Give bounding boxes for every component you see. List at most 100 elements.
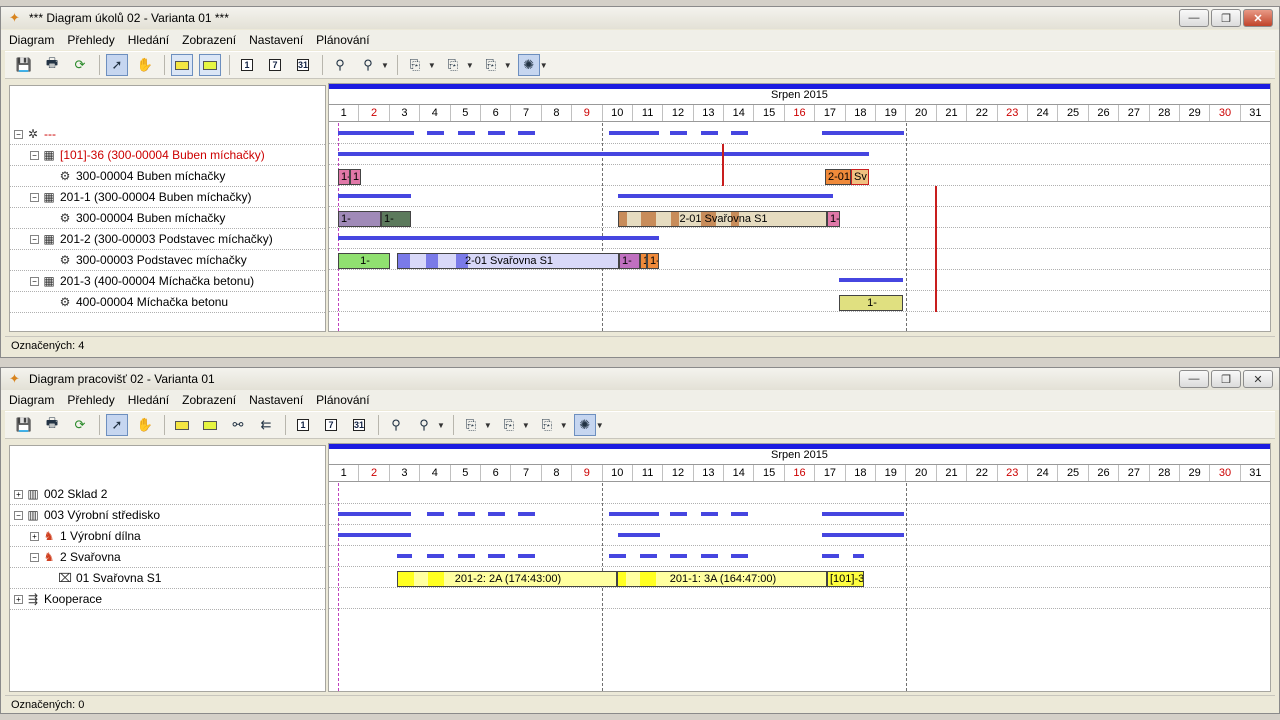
- task-bar[interactable]: 1: [640, 253, 647, 269]
- menu-prehledy[interactable]: Přehledy: [67, 33, 114, 47]
- collapse-icon[interactable]: −: [14, 129, 23, 139]
- paste-icon[interactable]: ⎘: [498, 414, 520, 436]
- summary-bar[interactable]: [701, 131, 718, 135]
- move-icon[interactable]: ⎘: [536, 414, 558, 436]
- chevron-down-icon[interactable]: ▼: [540, 61, 548, 70]
- bars-view2-icon[interactable]: [199, 414, 221, 436]
- summary-bar[interactable]: [488, 512, 505, 516]
- summary-bar[interactable]: [731, 554, 748, 558]
- menu-zobrazeni[interactable]: Zobrazení: [182, 393, 236, 407]
- link-icon[interactable]: ⚯: [227, 414, 249, 436]
- tree-row[interactable]: − ▦ 201-2 (300-00003 Podstavec míchačky): [10, 229, 325, 250]
- tree-row[interactable]: ⚙ 300-00003 Podstavec míchačky: [10, 250, 325, 271]
- summary-bar[interactable]: [338, 533, 411, 537]
- refresh-icon[interactable]: ⟳: [69, 54, 91, 76]
- menu-nastaveni[interactable]: Nastavení: [249, 393, 303, 407]
- summary-bar[interactable]: [839, 278, 903, 282]
- summary-bar[interactable]: [640, 554, 657, 558]
- summary-bar[interactable]: [488, 554, 505, 558]
- chevron-down-icon[interactable]: ▼: [522, 421, 530, 430]
- summary-bar[interactable]: [853, 554, 864, 558]
- tree-row[interactable]: − ▥ 003 Výrobní středisko: [10, 505, 325, 526]
- task-bar[interactable]: 2-01 Svařovna S1: [397, 253, 619, 269]
- close-button[interactable]: ✕: [1243, 370, 1273, 388]
- task-bar[interactable]: 1-: [827, 211, 840, 227]
- summary-bar[interactable]: [488, 131, 505, 135]
- summary-bar[interactable]: [338, 131, 414, 135]
- chevron-down-icon[interactable]: ▼: [484, 421, 492, 430]
- summary-bar[interactable]: [458, 512, 475, 516]
- task-bar[interactable]: 1: [350, 169, 361, 185]
- chevron-down-icon[interactable]: ▼: [381, 61, 389, 70]
- pointer-icon[interactable]: ➚: [106, 414, 128, 436]
- month-scale-icon[interactable]: 31: [348, 414, 370, 436]
- expand-icon[interactable]: +: [14, 594, 23, 604]
- find-next-icon[interactable]: ⚲: [357, 54, 379, 76]
- menu-zobrazeni[interactable]: Zobrazení: [182, 33, 236, 47]
- binoculars-icon[interactable]: ⚲: [329, 54, 351, 76]
- summary-bar[interactable]: [670, 554, 687, 558]
- month-scale-icon[interactable]: 31: [292, 54, 314, 76]
- tree-row[interactable]: ⚙ 400-00004 Míchačka betonu: [10, 292, 325, 313]
- tree-row[interactable]: − ▦ [101]-36 (300-00004 Buben míchačky): [10, 145, 325, 166]
- task-bar[interactable]: 1-: [338, 253, 390, 269]
- tree-row[interactable]: + ♞ 1 Výrobní dílna: [10, 526, 325, 547]
- pointer-icon[interactable]: ➚: [106, 54, 128, 76]
- summary-bar[interactable]: [458, 131, 475, 135]
- workplace-bar[interactable]: 201-2: 2A (174:43:00): [397, 571, 617, 587]
- menu-hledani[interactable]: Hledání: [128, 393, 169, 407]
- summary-bar[interactable]: [822, 131, 904, 135]
- summary-bar[interactable]: [731, 512, 748, 516]
- summary-bar[interactable]: [338, 512, 411, 516]
- chevron-down-icon[interactable]: ▼: [466, 61, 474, 70]
- menu-planovani[interactable]: Plánování: [316, 393, 369, 407]
- copy-icon[interactable]: ⎘: [404, 54, 426, 76]
- bars-view2-icon[interactable]: [199, 54, 221, 76]
- planning-icon[interactable]: ✺: [517, 54, 540, 76]
- collapse-icon[interactable]: −: [30, 192, 39, 202]
- maximize-button[interactable]: ❐: [1211, 9, 1241, 27]
- binoculars-icon[interactable]: ⚲: [385, 414, 407, 436]
- tree-row[interactable]: ⌧ 01 Svařovna S1: [10, 568, 325, 589]
- collapse-icon[interactable]: −: [30, 552, 39, 562]
- bars-view-icon[interactable]: [171, 54, 193, 76]
- expand-icon[interactable]: +: [30, 531, 39, 541]
- summary-bar[interactable]: [427, 554, 444, 558]
- summary-bar[interactable]: [397, 554, 412, 558]
- task-bar[interactable]: 2-01 Svařovna S1: [618, 211, 827, 227]
- summary-bar[interactable]: [518, 512, 535, 516]
- tree-row[interactable]: − ✲ ---: [10, 124, 325, 145]
- tree-row[interactable]: − ▦ 201-1 (300-00004 Buben míchačky): [10, 187, 325, 208]
- task-bar[interactable]: Sv: [851, 169, 869, 185]
- copy-icon[interactable]: ⎘: [460, 414, 482, 436]
- align-icon[interactable]: ⇇: [255, 414, 277, 436]
- print-icon[interactable]: 🖶: [41, 54, 63, 76]
- task-bar[interactable]: 1-: [338, 211, 381, 227]
- summary-bar[interactable]: [822, 533, 904, 537]
- summary-bar[interactable]: [822, 512, 904, 516]
- planning-icon[interactable]: ✺: [573, 414, 596, 436]
- task-bar[interactable]: 1-: [338, 169, 350, 185]
- minimize-button[interactable]: —: [1179, 370, 1209, 388]
- tree-row[interactable]: ⚙ 300-00004 Buben míchačky: [10, 208, 325, 229]
- workplace-bar[interactable]: [101]-3: [827, 571, 864, 587]
- collapse-icon[interactable]: −: [30, 276, 39, 286]
- summary-bar[interactable]: [609, 131, 659, 135]
- hand-icon[interactable]: ✋: [134, 414, 156, 436]
- summary-bar[interactable]: [338, 236, 659, 240]
- close-button[interactable]: ✕: [1243, 9, 1273, 27]
- menu-nastaveni[interactable]: Nastavení: [249, 33, 303, 47]
- task-bar[interactable]: 1-: [647, 253, 659, 269]
- chevron-down-icon[interactable]: ▼: [560, 421, 568, 430]
- summary-bar[interactable]: [670, 512, 687, 516]
- chevron-down-icon[interactable]: ▼: [428, 61, 436, 70]
- week-scale-icon[interactable]: 7: [264, 54, 286, 76]
- tree-row[interactable]: − ▦ 201-3 (400-00004 Míchačka betonu): [10, 271, 325, 292]
- summary-bar[interactable]: [338, 194, 411, 198]
- summary-bar[interactable]: [427, 131, 444, 135]
- day-scale-icon[interactable]: 1: [292, 414, 314, 436]
- tree-row[interactable]: + ▥ 002 Sklad 2: [10, 484, 325, 505]
- summary-bar[interactable]: [458, 554, 475, 558]
- day-scale-icon[interactable]: 1: [236, 54, 258, 76]
- expand-icon[interactable]: +: [14, 489, 23, 499]
